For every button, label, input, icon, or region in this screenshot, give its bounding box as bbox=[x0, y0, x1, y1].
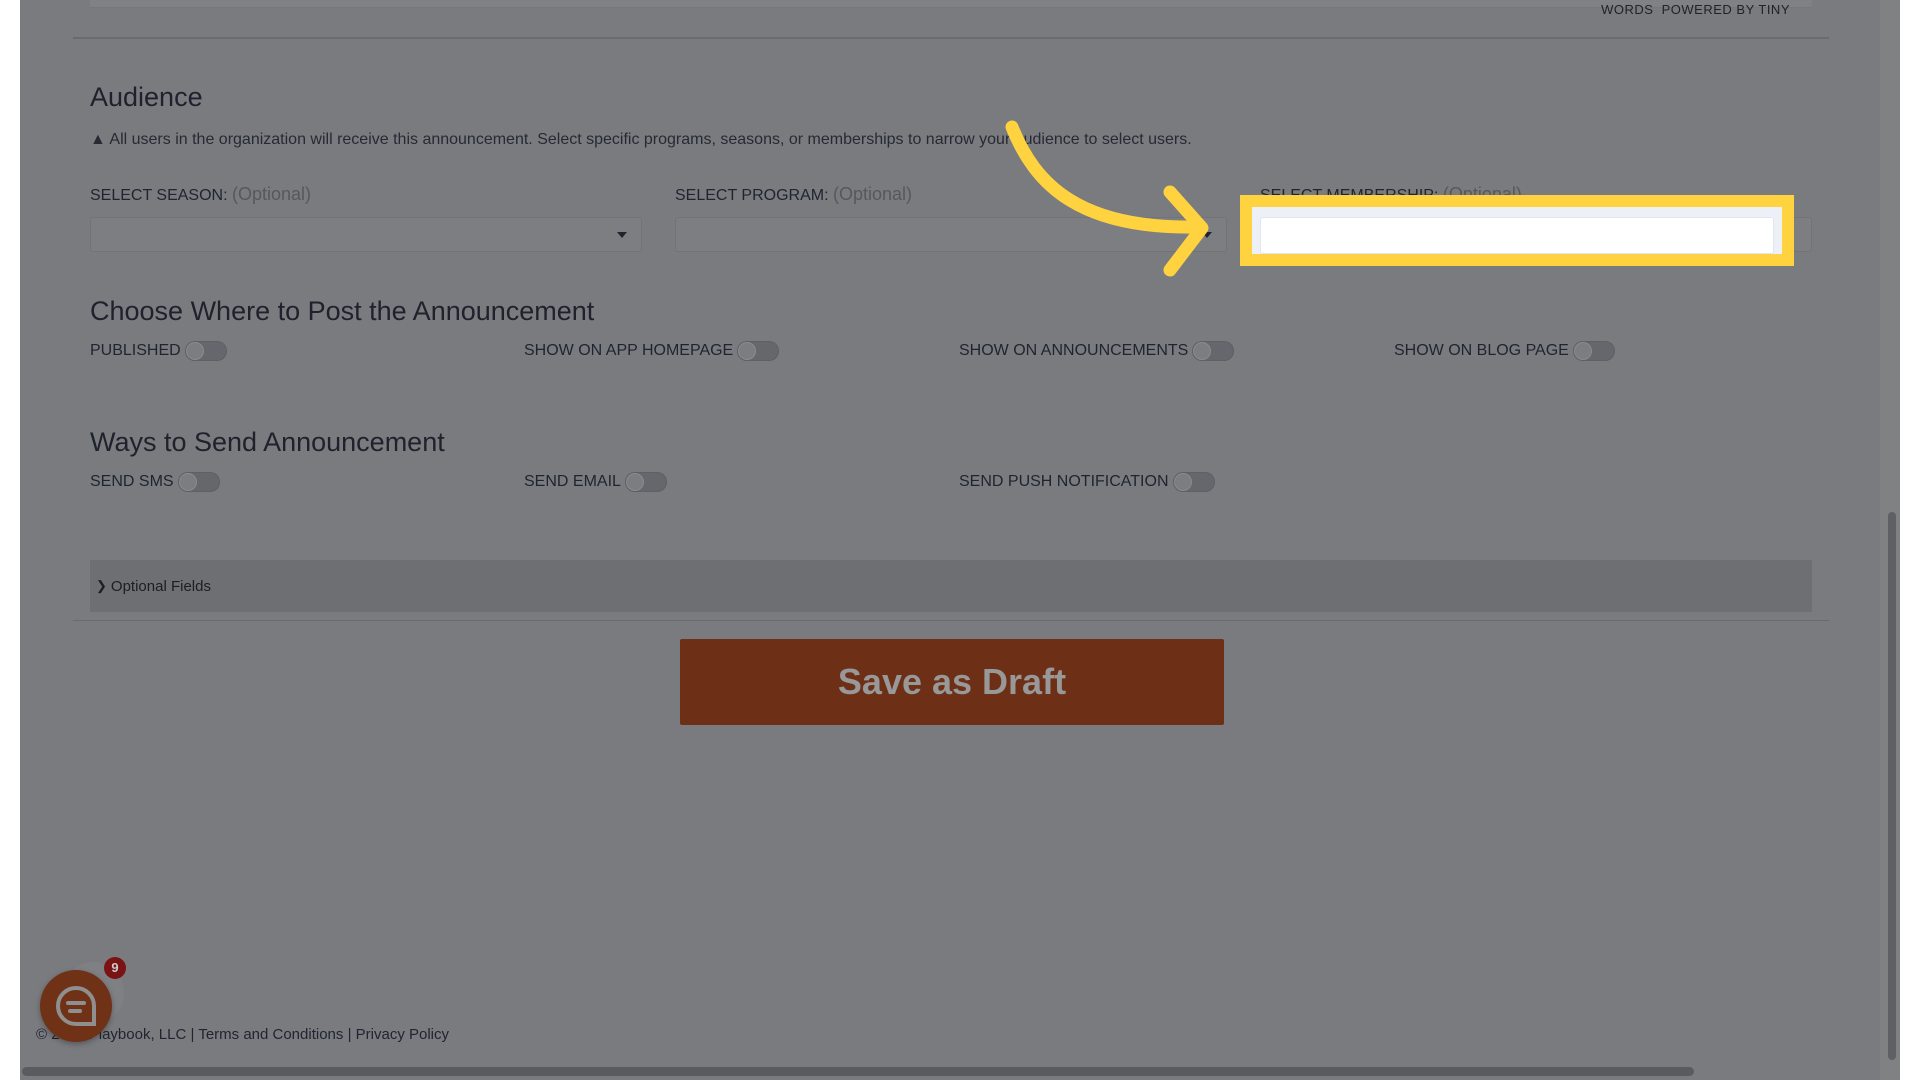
chat-button[interactable] bbox=[40, 970, 112, 1042]
audience-heading: Audience bbox=[90, 82, 203, 112]
toggle-app-homepage[interactable]: SHOW ON APP HOMEPAGE bbox=[524, 341, 780, 361]
send-heading: Ways to Send Announcement bbox=[90, 427, 445, 457]
post-heading: Choose Where to Post the Announcement bbox=[90, 296, 595, 326]
chat-icon bbox=[56, 985, 96, 1026]
toggle-switch[interactable] bbox=[737, 341, 780, 361]
divider bbox=[73, 37, 1829, 39]
toggle-sms[interactable]: SEND SMS bbox=[90, 472, 220, 492]
membership-highlight bbox=[1240, 195, 1794, 266]
editor-bottom bbox=[90, 0, 1812, 8]
toggle-published[interactable]: PUBLISHED bbox=[90, 341, 227, 361]
toggle-email[interactable]: SEND EMAIL bbox=[524, 472, 667, 492]
divider bbox=[73, 620, 1829, 621]
horizontal-scrollbar-thumb[interactable] bbox=[22, 1067, 1694, 1076]
season-label: SELECT SEASON: (Optional) bbox=[90, 184, 312, 204]
warning-icon: ▲ bbox=[90, 131, 106, 148]
vertical-scrollbar-thumb[interactable] bbox=[1888, 512, 1896, 1060]
optional-fields-toggle[interactable]: ❯ Optional Fields bbox=[90, 560, 1812, 612]
toggle-switch[interactable] bbox=[177, 472, 220, 492]
arrow-annotation-icon bbox=[1005, 120, 1209, 277]
program-label: SELECT PROGRAM: (Optional) bbox=[675, 184, 912, 204]
season-select[interactable] bbox=[90, 217, 642, 252]
chevron-right-icon: ❯ bbox=[96, 578, 107, 593]
toggle-switch[interactable] bbox=[624, 472, 667, 492]
terms-link[interactable]: Terms and Conditions bbox=[198, 1026, 343, 1043]
toggle-switch[interactable] bbox=[1572, 341, 1615, 361]
toggle-push[interactable]: SEND PUSH NOTIFICATION bbox=[959, 472, 1215, 492]
chevron-down-icon bbox=[617, 232, 627, 238]
membership-select[interactable] bbox=[1260, 217, 1774, 254]
toggle-blog-page[interactable]: SHOW ON BLOG PAGE bbox=[1394, 341, 1615, 361]
toggle-switch[interactable] bbox=[1172, 472, 1215, 492]
page-overlay bbox=[20, 0, 1900, 1080]
save-as-draft-button[interactable]: Save as Draft bbox=[680, 639, 1224, 725]
editor-status: WORDS POWERED BY TINY bbox=[1601, 2, 1790, 17]
toggle-switch[interactable] bbox=[1192, 341, 1235, 361]
toggle-switch[interactable] bbox=[184, 341, 227, 361]
toggle-announcements[interactable]: SHOW ON ANNOUNCEMENTS bbox=[959, 341, 1235, 361]
privacy-link[interactable]: Privacy Policy bbox=[356, 1026, 449, 1043]
